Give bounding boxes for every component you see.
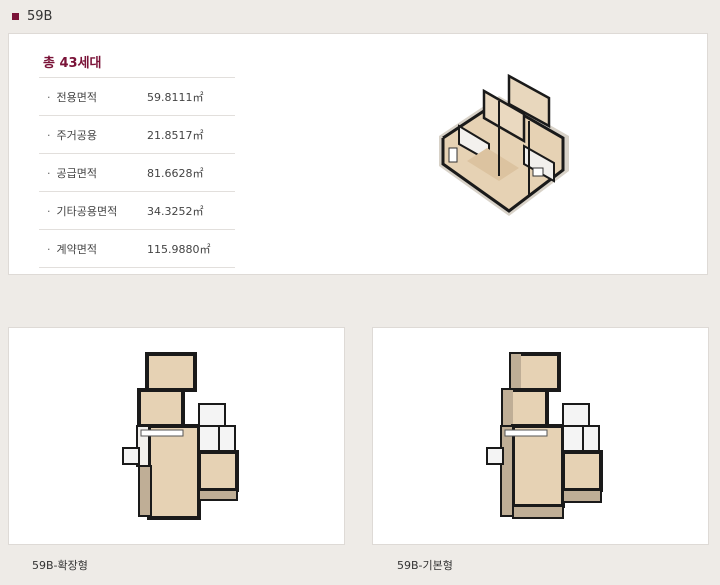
area-table: 전용면적 59.8111㎡ 주거공용 21.8517㎡ 공급면적 81.6628…: [39, 77, 235, 268]
area-row: 기타공용면적 34.3252㎡: [39, 191, 235, 229]
area-value: 21.8517㎡: [147, 128, 204, 142]
spec-panel: 총 43세대 전용면적 59.8111㎡ 주거공용 21.8517㎡ 공급면적 …: [8, 33, 708, 275]
section-title: 59B: [12, 9, 52, 24]
isometric-floorplan-image[interactable]: [429, 66, 579, 236]
area-label: 주거공용: [39, 127, 147, 143]
household-total: 총 43세대: [43, 56, 102, 71]
area-row: 공급면적 81.6628㎡: [39, 153, 235, 191]
floorplan-expanded-image[interactable]: [8, 327, 345, 545]
floorplan-basic-image[interactable]: [372, 327, 709, 545]
area-value: 81.6628㎡: [147, 166, 204, 180]
area-value: 34.3252㎡: [147, 204, 204, 218]
plan-caption-basic: 59B-기본형: [397, 559, 453, 572]
area-value: 115.9880㎡: [147, 242, 211, 256]
area-label: 기타공용면적: [39, 203, 147, 219]
plan-caption-expanded: 59B-확장형: [32, 559, 88, 572]
area-label: 계약면적: [39, 241, 147, 257]
area-label: 공급면적: [39, 165, 147, 181]
unit-type-title: 59B: [27, 9, 53, 24]
area-row: 주거공용 21.8517㎡: [39, 115, 235, 153]
area-value: 59.8111㎡: [147, 90, 204, 104]
area-label: 전용면적: [39, 89, 147, 105]
bullet-square-icon: [12, 13, 19, 20]
area-row: 계약면적 115.9880㎡: [39, 229, 235, 268]
area-row: 전용면적 59.8111㎡: [39, 77, 235, 115]
